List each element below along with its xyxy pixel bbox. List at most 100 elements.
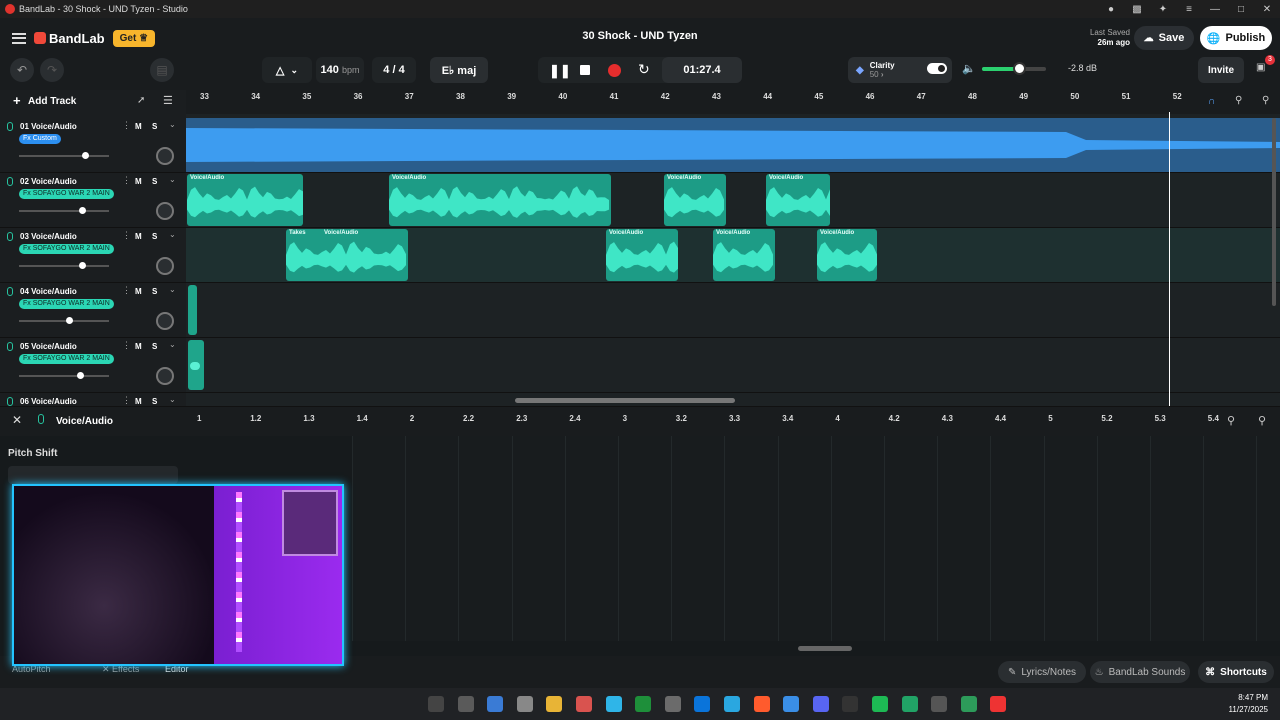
taskbar-app-icon[interactable]	[546, 696, 563, 712]
taskbar-app-icon[interactable]	[664, 696, 681, 712]
taskbar-app-icon[interactable]	[753, 696, 770, 712]
solo-button[interactable]: S	[152, 287, 157, 296]
track-header[interactable]: 04 Voice/Audio ⋮ M S ⌄ Fx SOFAYGO WAR 2 MAIN	[0, 283, 186, 338]
taskbar-app-icon[interactable]	[428, 696, 444, 712]
more-options-icon[interactable]: ⋮	[122, 230, 131, 241]
close-window-button[interactable]: ✕	[1254, 4, 1280, 15]
pause-icon[interactable]: ❚❚	[549, 63, 571, 78]
pan-knob[interactable]	[156, 202, 174, 220]
track-header[interactable]: 02 Voice/Audio ⋮ M S ⌄ Fx SOFAYGO WAR 2 MAIN	[0, 173, 186, 228]
taskbar-app-icon[interactable]	[931, 696, 948, 712]
editor-horizontal-scrollbar[interactable]	[798, 646, 852, 651]
track-volume-thumb[interactable]	[79, 207, 86, 214]
solo-button[interactable]: S	[152, 397, 157, 406]
more-options-icon[interactable]: ⋮	[122, 120, 131, 131]
track-name[interactable]: 06 Voice/Audio	[20, 397, 77, 406]
shortcuts-button[interactable]: ⌘ Shortcuts	[1198, 661, 1274, 683]
chevron-down-icon[interactable]: ⌄	[169, 175, 176, 184]
tempo-field[interactable]: 140 bpm	[316, 57, 364, 83]
taskbar-app-icon[interactable]	[990, 696, 1007, 712]
mute-button[interactable]: M	[135, 397, 142, 406]
add-track-button[interactable]: + Add Track	[0, 92, 186, 112]
mixer-icon[interactable]: ▤	[150, 58, 174, 82]
taskbar-app-icon[interactable]	[901, 696, 918, 712]
audio-clip[interactable]: Voice/Audio	[766, 174, 830, 226]
bandlab-sounds-button[interactable]: ♨ BandLab Sounds	[1090, 661, 1190, 683]
taskbar-app-icon[interactable]	[872, 696, 888, 712]
mic-icon[interactable]: ●	[1098, 4, 1124, 15]
track-header[interactable]: 03 Voice/Audio ⋮ M S ⌄ Fx SOFAYGO WAR 2 MAIN	[0, 228, 186, 283]
puzzle-icon[interactable]: ✦	[1150, 4, 1176, 15]
vertical-scrollbar[interactable]	[1272, 118, 1276, 306]
track-lane-3[interactable]: Takes Voice/Audio Voice/Audio Voice/Audio Vo…	[186, 228, 1280, 283]
zoom-in-icon[interactable]: ⚲	[1262, 95, 1269, 106]
redo-icon[interactable]: ↷	[40, 58, 64, 82]
taskbar-app-icon[interactable]	[487, 696, 504, 712]
record-icon[interactable]	[608, 64, 621, 77]
track-volume-slider[interactable]	[19, 210, 109, 212]
solo-button[interactable]: S	[152, 177, 157, 186]
fx-badge[interactable]: Fx SOFAYGO WAR 2 MAIN	[19, 189, 114, 199]
taskbar-app-icon[interactable]	[812, 696, 829, 712]
audio-clip[interactable]: Voice/Audio	[664, 174, 726, 226]
fx-badge[interactable]: Fx SOFAYGO WAR 2 MAIN	[19, 244, 114, 254]
pan-knob[interactable]	[156, 312, 174, 330]
track-name[interactable]: 05 Voice/Audio	[20, 342, 77, 351]
invite-button[interactable]: Invite	[1198, 57, 1244, 83]
track-volume-slider[interactable]	[19, 265, 109, 267]
track-name[interactable]: 03 Voice/Audio	[20, 232, 77, 241]
zoom-out-icon[interactable]: ⚲	[1235, 95, 1242, 106]
gift-icon[interactable]: ▣	[1256, 62, 1265, 73]
save-button[interactable]: ☁ Save	[1134, 26, 1194, 50]
track-volume-slider[interactable]	[19, 155, 109, 157]
audio-clip[interactable]: Voice/Audio	[606, 229, 678, 281]
editor-zoom-out-icon[interactable]: ⚲	[1227, 414, 1235, 427]
track-header[interactable]: 05 Voice/Audio ⋮ M S ⌄ Fx SOFAYGO WAR 2 MAIN	[0, 338, 186, 393]
master-volume-thumb[interactable]	[1013, 62, 1027, 75]
taskbar-app-icon[interactable]	[635, 696, 652, 712]
magnet-snap-icon[interactable]: ∩	[1208, 96, 1215, 107]
chevron-down-icon[interactable]: ⌄	[169, 230, 176, 239]
pitch-shift-control[interactable]	[8, 466, 178, 484]
close-editor-icon[interactable]: ✕	[6, 413, 28, 431]
chevron-down-icon[interactable]: ⌄	[169, 340, 176, 349]
chevron-down-icon[interactable]: ⌄	[169, 395, 176, 404]
track-lane-1[interactable]	[186, 118, 1280, 173]
publish-button[interactable]: 🌐 Publish	[1200, 26, 1272, 50]
maximize-button[interactable]: □	[1228, 4, 1254, 15]
clarity-toggle[interactable]	[927, 63, 947, 74]
track-header[interactable]: 01 Voice/Audio ⋮ M S ⌄ Fx Custom	[0, 118, 186, 173]
track-lane-5[interactable]	[186, 338, 1280, 393]
audio-clip[interactable]: Takes Voice/Audio	[286, 229, 408, 281]
more-options-icon[interactable]: ⋮	[122, 285, 131, 296]
horizontal-scrollbar[interactable]	[515, 398, 735, 403]
taskbar-app-icon[interactable]	[842, 696, 859, 712]
mute-button[interactable]: M	[135, 342, 142, 351]
audio-clip[interactable]	[186, 118, 1280, 172]
speaker-icon[interactable]: 🔈	[962, 62, 976, 75]
mute-button[interactable]: M	[135, 232, 142, 241]
loop-icon[interactable]: ↻	[638, 61, 650, 78]
solo-button[interactable]: S	[152, 342, 157, 351]
extensions-icon[interactable]: ▩	[1124, 4, 1150, 15]
bandlab-logo[interactable]: BandLab	[34, 31, 105, 46]
key-button[interactable]: E♭ maj	[430, 57, 488, 83]
minimize-button[interactable]: —	[1202, 4, 1228, 15]
track-lane-4[interactable]	[186, 283, 1280, 338]
track-volume-thumb[interactable]	[77, 372, 85, 379]
fx-badge[interactable]: Fx SOFAYGO WAR 2 MAIN	[19, 299, 114, 309]
playhead[interactable]	[1169, 112, 1170, 406]
audio-clip[interactable]: Voice/Audio	[713, 229, 775, 281]
get-membership-button[interactable]: Get ♕	[112, 29, 156, 47]
taskbar-app-icon[interactable]	[724, 696, 740, 712]
track-name[interactable]: 04 Voice/Audio	[20, 287, 77, 296]
undo-icon[interactable]: ↶	[10, 58, 34, 82]
master-volume-slider[interactable]	[982, 62, 1046, 75]
mute-button[interactable]: M	[135, 287, 142, 296]
mute-button[interactable]: M	[135, 177, 142, 186]
metronome-button[interactable]: △ ⌄	[262, 57, 312, 83]
audio-clip[interactable]	[188, 340, 204, 390]
hamburger-menu-icon[interactable]	[12, 32, 26, 44]
track-volume-slider[interactable]	[19, 375, 109, 377]
track-name[interactable]: 02 Voice/Audio	[20, 177, 77, 186]
